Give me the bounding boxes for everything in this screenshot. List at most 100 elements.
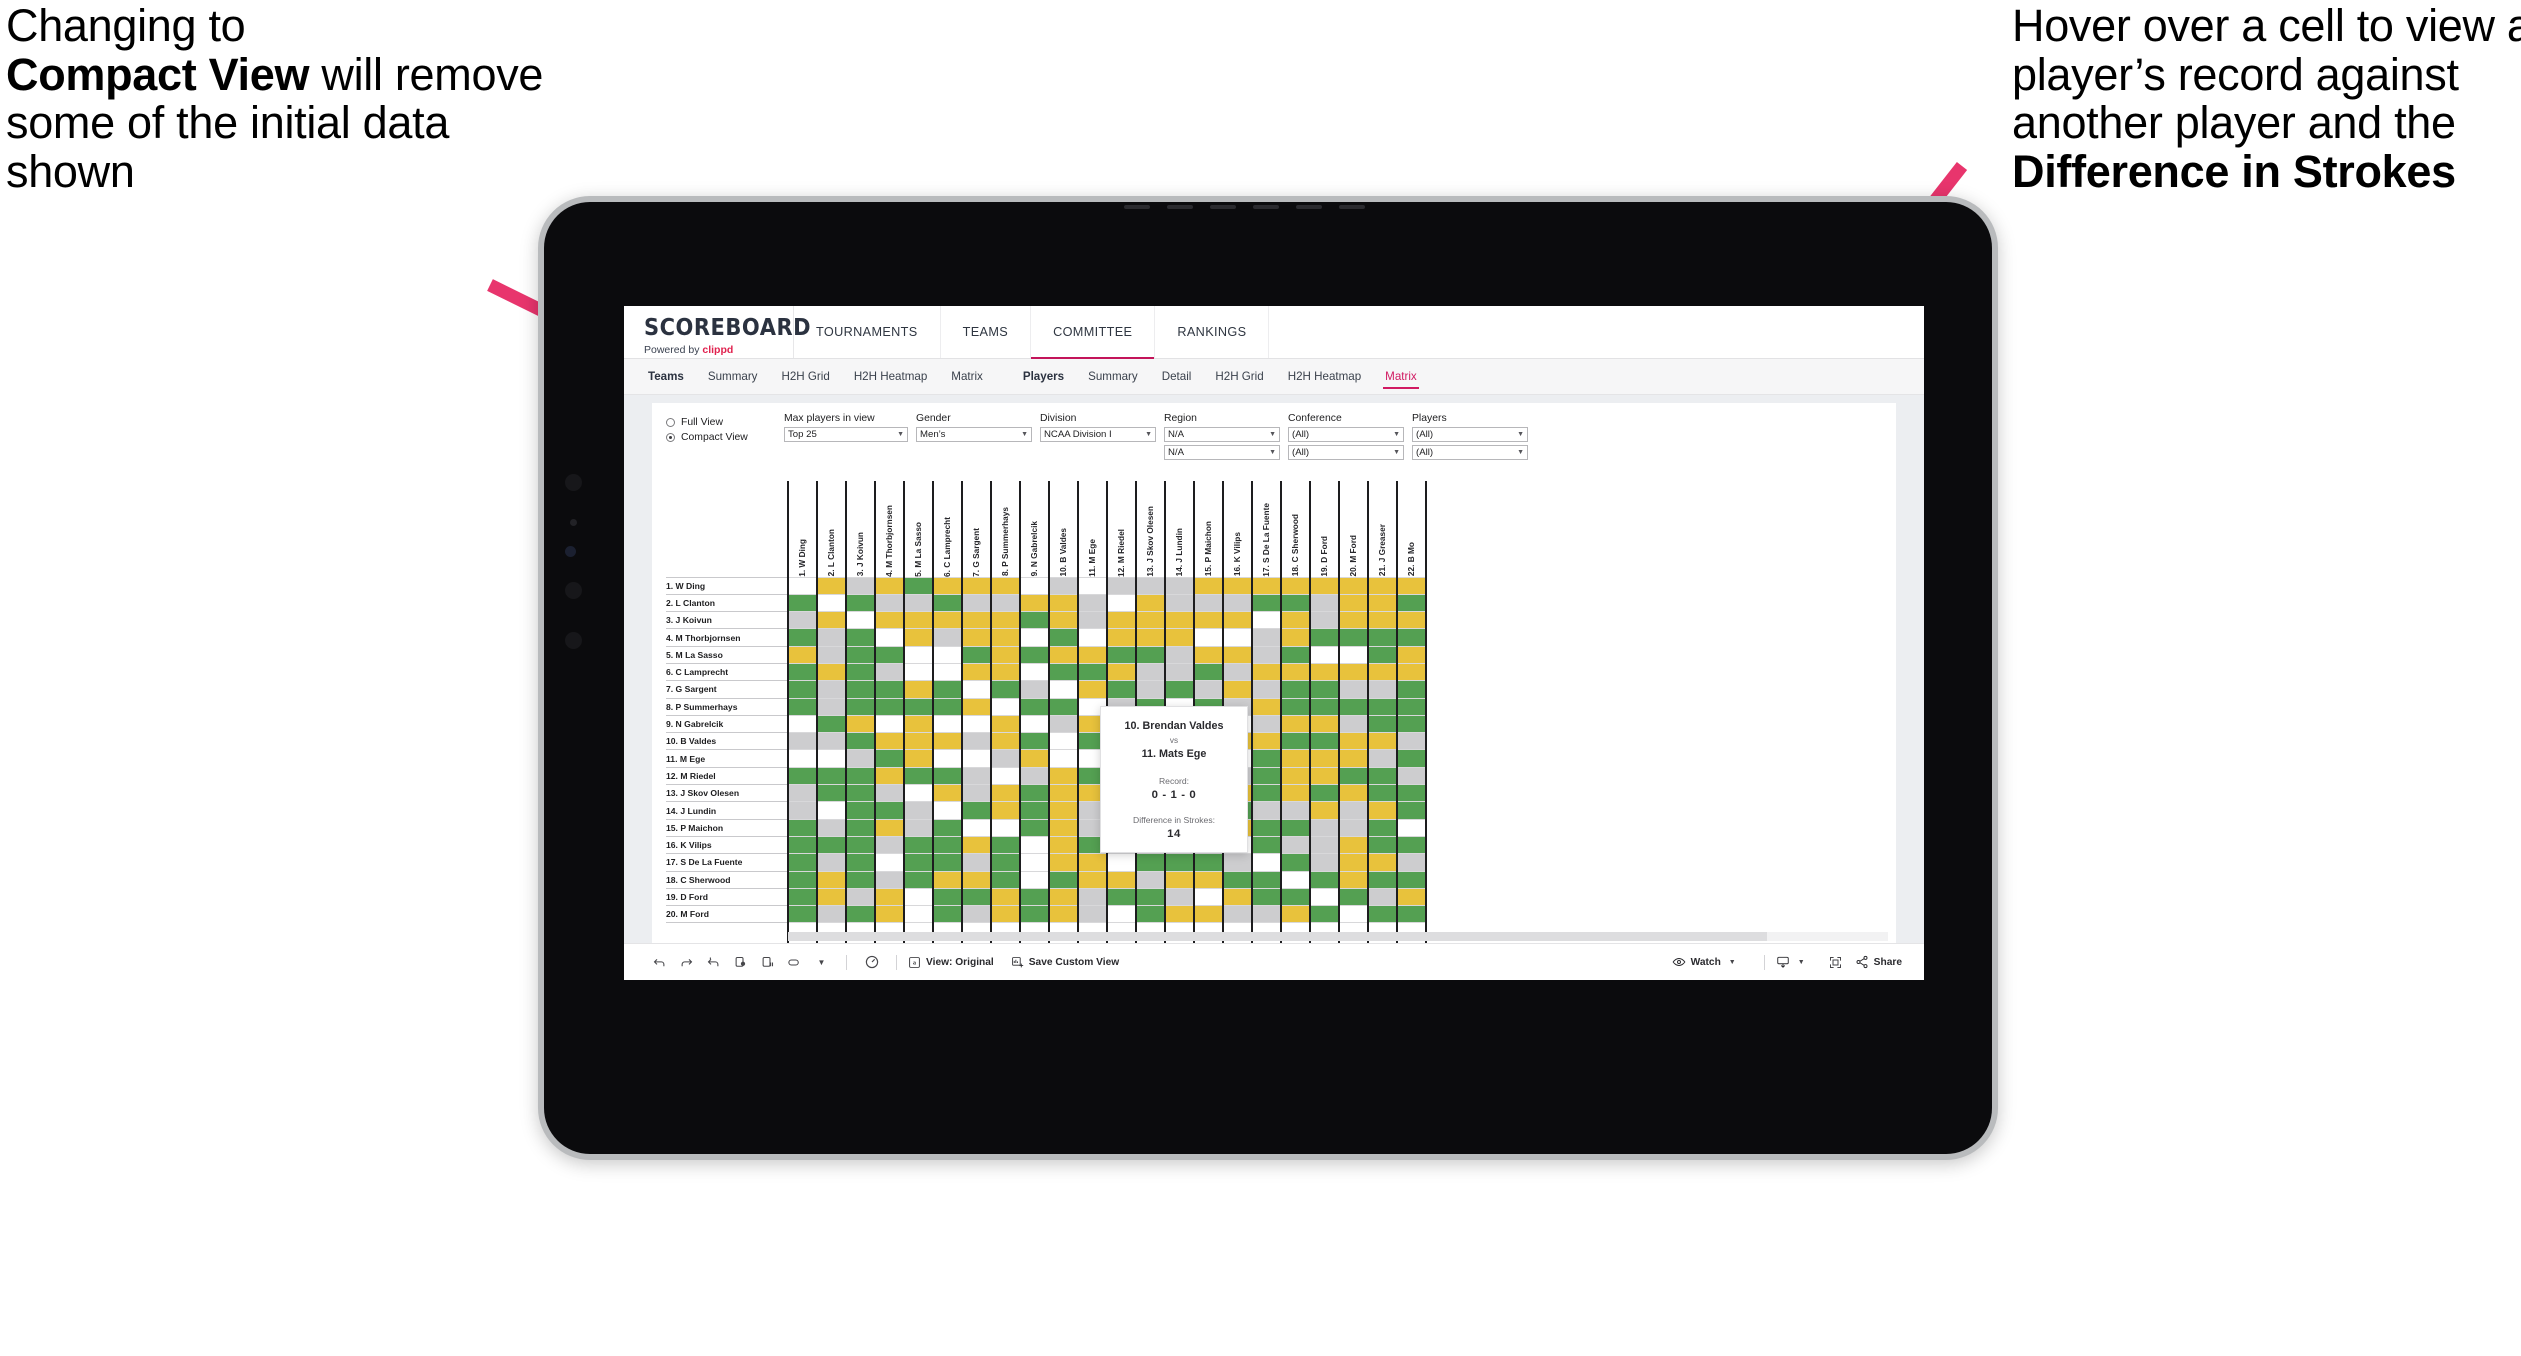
matrix-cell[interactable] <box>1019 662 1050 682</box>
matrix-cell[interactable] <box>1280 611 1311 630</box>
fullscreen-icon[interactable] <box>1822 949 1849 976</box>
matrix-cell[interactable] <box>1251 887 1282 907</box>
matrix-cell[interactable] <box>1019 887 1050 907</box>
matrix-cell[interactable] <box>1019 697 1050 716</box>
matrix-cell[interactable] <box>845 887 876 907</box>
matrix-cell[interactable] <box>990 870 1021 889</box>
matrix-cell[interactable] <box>816 697 847 716</box>
matrix-cell[interactable] <box>1367 766 1398 786</box>
matrix-column-header[interactable]: 4. M Thorbjornsen <box>874 481 905 577</box>
view-original-button[interactable]: a View: Original <box>908 956 994 969</box>
matrix-cell[interactable] <box>1280 749 1311 768</box>
pause-auto-update-icon[interactable] <box>858 949 885 976</box>
matrix-cell[interactable] <box>1309 766 1340 786</box>
matrix-cell[interactable] <box>1338 645 1369 664</box>
matrix-cell[interactable] <box>1193 905 1224 924</box>
matrix-cell[interactable] <box>932 628 963 647</box>
matrix-row-header[interactable]: 6. C Lamprecht <box>666 662 789 682</box>
matrix-cell[interactable] <box>1309 853 1340 872</box>
chevron-down-icon[interactable]: ▼ <box>808 949 835 976</box>
matrix-cell[interactable] <box>845 732 876 751</box>
matrix-cell[interactable] <box>1048 887 1079 907</box>
matrix-cell[interactable] <box>1280 766 1311 786</box>
matrix-cell[interactable] <box>1309 628 1340 647</box>
matrix-cell[interactable] <box>787 835 818 855</box>
matrix-cell[interactable] <box>1164 611 1195 630</box>
matrix-cell[interactable] <box>990 593 1021 613</box>
matrix-cell[interactable] <box>816 853 847 872</box>
matrix-cell[interactable] <box>816 870 847 889</box>
matrix-cell[interactable] <box>990 905 1021 924</box>
matrix-column-header[interactable]: 6. C Lamprecht <box>932 481 963 577</box>
matrix-cell[interactable] <box>1193 593 1224 613</box>
matrix-cell[interactable] <box>1048 611 1079 630</box>
matrix-column-header[interactable]: 16. K Vilips <box>1222 481 1253 577</box>
matrix-cell[interactable] <box>1251 818 1282 837</box>
matrix-cell[interactable] <box>1222 662 1253 682</box>
matrix-cell[interactable] <box>845 784 876 803</box>
matrix-cell[interactable] <box>1077 645 1108 664</box>
subnav-item-teams[interactable]: Teams <box>636 359 696 395</box>
matrix-cell[interactable] <box>845 611 876 630</box>
matrix-cell[interactable] <box>1164 680 1195 699</box>
matrix-cell[interactable] <box>1280 662 1311 682</box>
matrix-row-header[interactable]: 2. L Clanton <box>666 593 789 613</box>
matrix-column-header[interactable]: 15. P Maichon <box>1193 481 1224 577</box>
matrix-row-header[interactable]: 5. M La Sasso <box>666 645 789 664</box>
matrix-cell[interactable] <box>1396 887 1427 907</box>
subnav-item-teams-summary[interactable]: Summary <box>696 359 770 395</box>
matrix-cell[interactable] <box>1019 714 1050 734</box>
subnav-item-teams-h2h-heatmap[interactable]: H2H Heatmap <box>842 359 939 395</box>
matrix-cell[interactable] <box>903 887 934 907</box>
matrix-cell[interactable] <box>903 714 934 734</box>
matrix-cell[interactable] <box>903 576 934 595</box>
matrix-cell[interactable] <box>1048 593 1079 613</box>
matrix-cell[interactable] <box>932 784 963 803</box>
matrix-cell[interactable] <box>1106 905 1137 924</box>
matrix-cell[interactable] <box>1338 870 1369 889</box>
matrix-cell[interactable] <box>1135 887 1166 907</box>
matrix-cell[interactable] <box>1251 749 1282 768</box>
matrix-cell[interactable] <box>1338 749 1369 768</box>
radio-compact-view[interactable]: Compact View <box>666 430 784 445</box>
matrix-cell[interactable] <box>932 697 963 716</box>
matrix-cell[interactable] <box>903 801 934 820</box>
matrix-cell[interactable] <box>1019 853 1050 872</box>
matrix-column-header[interactable]: 3. J Koivun <box>845 481 876 577</box>
matrix-cell[interactable] <box>1048 853 1079 872</box>
matrix-cell[interactable] <box>874 732 905 751</box>
matrix-row-header[interactable]: 20. M Ford <box>666 905 789 924</box>
matrix-cell[interactable] <box>1048 732 1079 751</box>
matrix-cell[interactable] <box>874 905 905 924</box>
matrix-cell[interactable] <box>1251 576 1282 595</box>
matrix-cell[interactable] <box>1338 714 1369 734</box>
matrix-cell[interactable] <box>816 645 847 664</box>
matrix-cell[interactable] <box>903 905 934 924</box>
matrix-cell[interactable] <box>1048 714 1079 734</box>
matrix-cell[interactable] <box>816 576 847 595</box>
matrix-cell[interactable] <box>1135 853 1166 872</box>
matrix-cell[interactable] <box>1309 680 1340 699</box>
matrix-cell[interactable] <box>1367 784 1398 803</box>
matrix-cell[interactable] <box>990 853 1021 872</box>
matrix-cell[interactable] <box>1135 680 1166 699</box>
matrix-cell[interactable] <box>961 870 992 889</box>
matrix-cell[interactable] <box>1367 628 1398 647</box>
matrix-column-header[interactable]: 13. J Skov Olesen <box>1135 481 1166 577</box>
pause-updates-icon[interactable] <box>754 949 781 976</box>
matrix-cell[interactable] <box>845 662 876 682</box>
matrix-cell[interactable] <box>1135 870 1166 889</box>
matrix-column-header[interactable]: 1. W Ding <box>787 481 818 577</box>
matrix-cell[interactable] <box>903 784 934 803</box>
matrix-cell[interactable] <box>1222 576 1253 595</box>
matrix-cell[interactable] <box>932 749 963 768</box>
matrix-cell[interactable] <box>1338 680 1369 699</box>
matrix-cell[interactable] <box>1077 593 1108 613</box>
select-division[interactable]: NCAA Division I ▼ <box>1040 427 1156 442</box>
matrix-cell[interactable] <box>1309 887 1340 907</box>
matrix-cell[interactable] <box>1048 662 1079 682</box>
subnav-item-players-h2h-grid[interactable]: H2H Grid <box>1203 359 1275 395</box>
matrix-cell[interactable] <box>787 662 818 682</box>
matrix-cell[interactable] <box>961 887 992 907</box>
matrix-cell[interactable] <box>1164 870 1195 889</box>
